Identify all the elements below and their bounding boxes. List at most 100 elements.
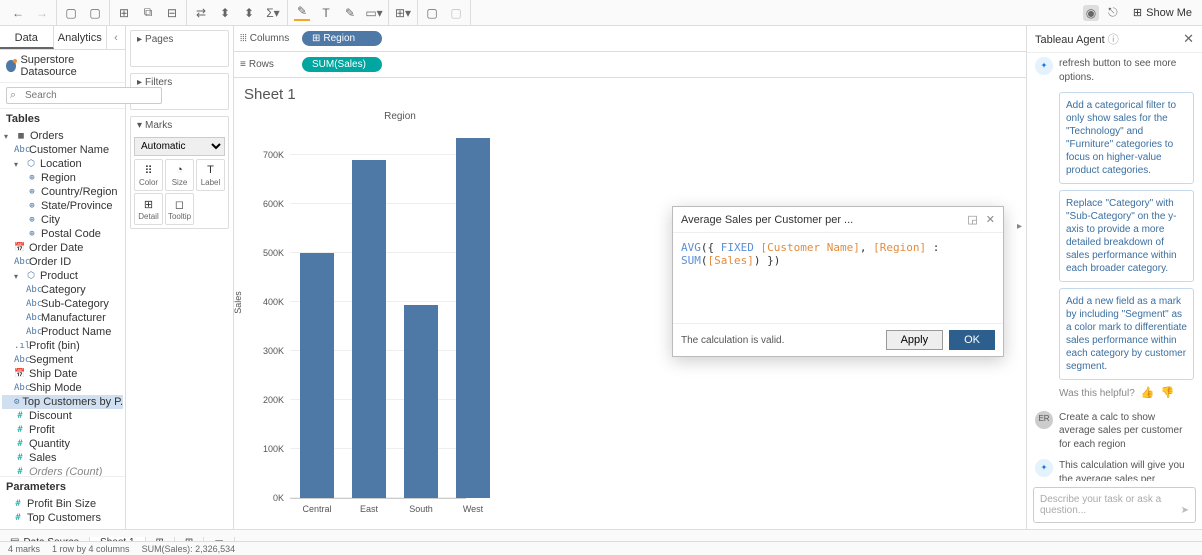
agent-intro-text: refresh button to see more options. <box>1059 57 1194 84</box>
suggestion-1[interactable]: Add a categorical filter to only show sa… <box>1059 92 1194 184</box>
clear-icon[interactable]: ⊟ <box>164 5 180 21</box>
search-input[interactable] <box>6 87 162 104</box>
field-quantity[interactable]: #Quantity <box>2 437 123 451</box>
datasource-name: Superstore Datasource <box>20 54 119 78</box>
mark-size[interactable]: ◔Size <box>165 159 194 191</box>
field-profit-bin[interactable]: .ılProfit (bin) <box>2 339 123 353</box>
field-segment[interactable]: AbcSegment <box>2 353 123 367</box>
field-ship-mode[interactable]: AbcShip Mode <box>2 381 123 395</box>
field-location[interactable]: ▾⬡Location <box>2 157 123 171</box>
show-me-button[interactable]: ⊞ Show Me <box>1127 4 1198 21</box>
highlight-icon[interactable]: ✎ <box>294 5 310 21</box>
field-city[interactable]: ⊕City <box>2 213 123 227</box>
swap-icon[interactable]: ⇄ <box>193 5 209 21</box>
tab-analytics[interactable]: Analytics <box>54 26 108 49</box>
calc-close-icon[interactable]: ✕ <box>986 213 995 226</box>
thumbs-up-icon[interactable]: 👍 <box>1141 386 1155 401</box>
mark-detail[interactable]: ⊞Detail <box>134 193 163 225</box>
suggestion-3[interactable]: Add a new field as a mark by including "… <box>1059 288 1194 380</box>
x-tick-label: West <box>448 504 498 514</box>
agent-input[interactable]: Describe your task or ask a question... … <box>1033 487 1196 523</box>
agent-pane: Tableau Agent ⓘ ✕ ✦ refresh button to se… <box>1026 26 1202 529</box>
parameters-header: Parameters <box>0 476 125 497</box>
collapse-pane-icon[interactable]: ‹ <box>107 26 125 49</box>
table-orders[interactable]: ▾▦Orders <box>2 129 123 143</box>
field-top-customers[interactable]: ⚙Top Customers by P... <box>2 395 123 409</box>
field-product[interactable]: ▾⬡Product <box>2 269 123 283</box>
ai-icon[interactable]: ◉ <box>1083 5 1099 21</box>
field-sales[interactable]: #Sales <box>2 451 123 465</box>
guide-icon[interactable]: ⎋ <box>1105 5 1121 21</box>
field-discount[interactable]: #Discount <box>2 409 123 423</box>
label-icon: T <box>198 163 223 177</box>
sheet-title[interactable]: Sheet 1 <box>234 78 1026 111</box>
forward-icon[interactable]: → <box>34 5 50 21</box>
mark-label[interactable]: TLabel <box>196 159 225 191</box>
tab-data[interactable]: Data <box>0 26 54 49</box>
share-icon[interactable]: ▢ <box>448 5 464 21</box>
x-tick-label: East <box>344 504 394 514</box>
field-orders-count[interactable]: #Orders (Count) <box>2 465 123 476</box>
thumbs-down-icon[interactable]: 👎 <box>1160 386 1174 401</box>
calc-expand-icon[interactable]: ◲ <box>967 213 977 226</box>
format-icon[interactable]: ✎ <box>342 5 358 21</box>
send-icon[interactable]: ➤ <box>1181 505 1189 516</box>
totals-icon[interactable]: Σ▾ <box>265 5 281 21</box>
expand-chart-icon[interactable]: ▸ <box>1017 221 1022 232</box>
rows-shelf[interactable]: ≡Rows SUM(Sales) <box>234 52 1026 78</box>
field-customer-name[interactable]: AbcCustomer Name <box>2 143 123 157</box>
mark-tooltip[interactable]: ◻Tooltip <box>165 193 194 225</box>
columns-pill-region[interactable]: ⊞Region <box>302 31 382 46</box>
suggestion-2[interactable]: Replace "Category" with "Sub-Category" o… <box>1059 190 1194 282</box>
duplicate-icon[interactable]: ⧉ <box>140 5 156 21</box>
field-profit[interactable]: #Profit <box>2 423 123 437</box>
field-state[interactable]: ⊕State/Province <box>2 199 123 213</box>
mark-color[interactable]: ⠿Color <box>134 159 163 191</box>
calc-title[interactable]: Average Sales per Customer per ... <box>681 214 967 226</box>
bar-central[interactable] <box>300 253 334 498</box>
ok-button[interactable]: OK <box>949 330 995 350</box>
bar-east[interactable] <box>352 160 386 498</box>
bar-west[interactable] <box>456 138 490 498</box>
field-region[interactable]: ⊕Region <box>2 171 123 185</box>
plot-area[interactable]: 0K100K200K300K400K500K600K700KCentralEas… <box>290 131 466 499</box>
field-category[interactable]: AbcCategory <box>2 283 123 297</box>
field-order-id[interactable]: AbcOrder ID <box>2 255 123 269</box>
field-subcategory[interactable]: AbcSub-Category <box>2 297 123 311</box>
agent-close-icon[interactable]: ✕ <box>1183 31 1194 47</box>
field-country[interactable]: ⊕Country/Region <box>2 185 123 199</box>
viz-pane: ⦙⦙⦙Columns ⊞Region ≡Rows SUM(Sales) Shee… <box>234 26 1026 529</box>
apply-button[interactable]: Apply <box>886 330 944 350</box>
field-order-date[interactable]: 📅Order Date <box>2 241 123 255</box>
mark-type-select[interactable]: Automatic <box>134 137 225 156</box>
back-icon[interactable]: ← <box>10 5 26 21</box>
field-manufacturer[interactable]: AbcManufacturer <box>2 311 123 325</box>
save-icon[interactable]: ▢ <box>63 5 79 21</box>
calc-editor[interactable]: AVG({ FIXED [Customer Name], [Region] : … <box>673 233 1003 323</box>
presentation-icon[interactable]: ▢ <box>424 5 440 21</box>
cards-icon[interactable]: ⊞▾ <box>395 5 411 21</box>
rows-pill-sales[interactable]: SUM(Sales) <box>302 57 382 72</box>
datasource-row[interactable]: Superstore Datasource <box>0 50 125 83</box>
text-icon[interactable]: T <box>318 5 334 21</box>
y-tick-label: 200K <box>250 395 284 405</box>
revert-icon[interactable]: ▢ <box>87 5 103 21</box>
param-top-customers[interactable]: #Top Customers <box>0 511 125 525</box>
field-product-name[interactable]: AbcProduct Name <box>2 325 123 339</box>
user-avatar: ER <box>1035 411 1053 429</box>
size-icon: ◔ <box>167 163 192 177</box>
fit-icon[interactable]: ▭▾ <box>366 5 382 21</box>
sort-asc-icon[interactable]: ⬍ <box>217 5 233 21</box>
sort-desc-icon[interactable]: ⬍ <box>241 5 257 21</box>
columns-icon: ⦙⦙⦙ <box>240 33 247 44</box>
bar-south[interactable] <box>404 305 438 498</box>
field-postal[interactable]: ⊕Postal Code <box>2 227 123 241</box>
columns-shelf[interactable]: ⦙⦙⦙Columns ⊞Region <box>234 26 1026 52</box>
info-icon[interactable]: ⓘ <box>1108 34 1119 46</box>
field-ship-date[interactable]: 📅Ship Date <box>2 367 123 381</box>
pages-card[interactable]: ▸Pages <box>130 30 229 67</box>
new-worksheet-icon[interactable]: ⊞ <box>116 5 132 21</box>
showme-icon: ⊞ <box>1133 6 1142 19</box>
param-profit-bin[interactable]: #Profit Bin Size <box>0 497 125 511</box>
y-tick-label: 600K <box>250 199 284 209</box>
